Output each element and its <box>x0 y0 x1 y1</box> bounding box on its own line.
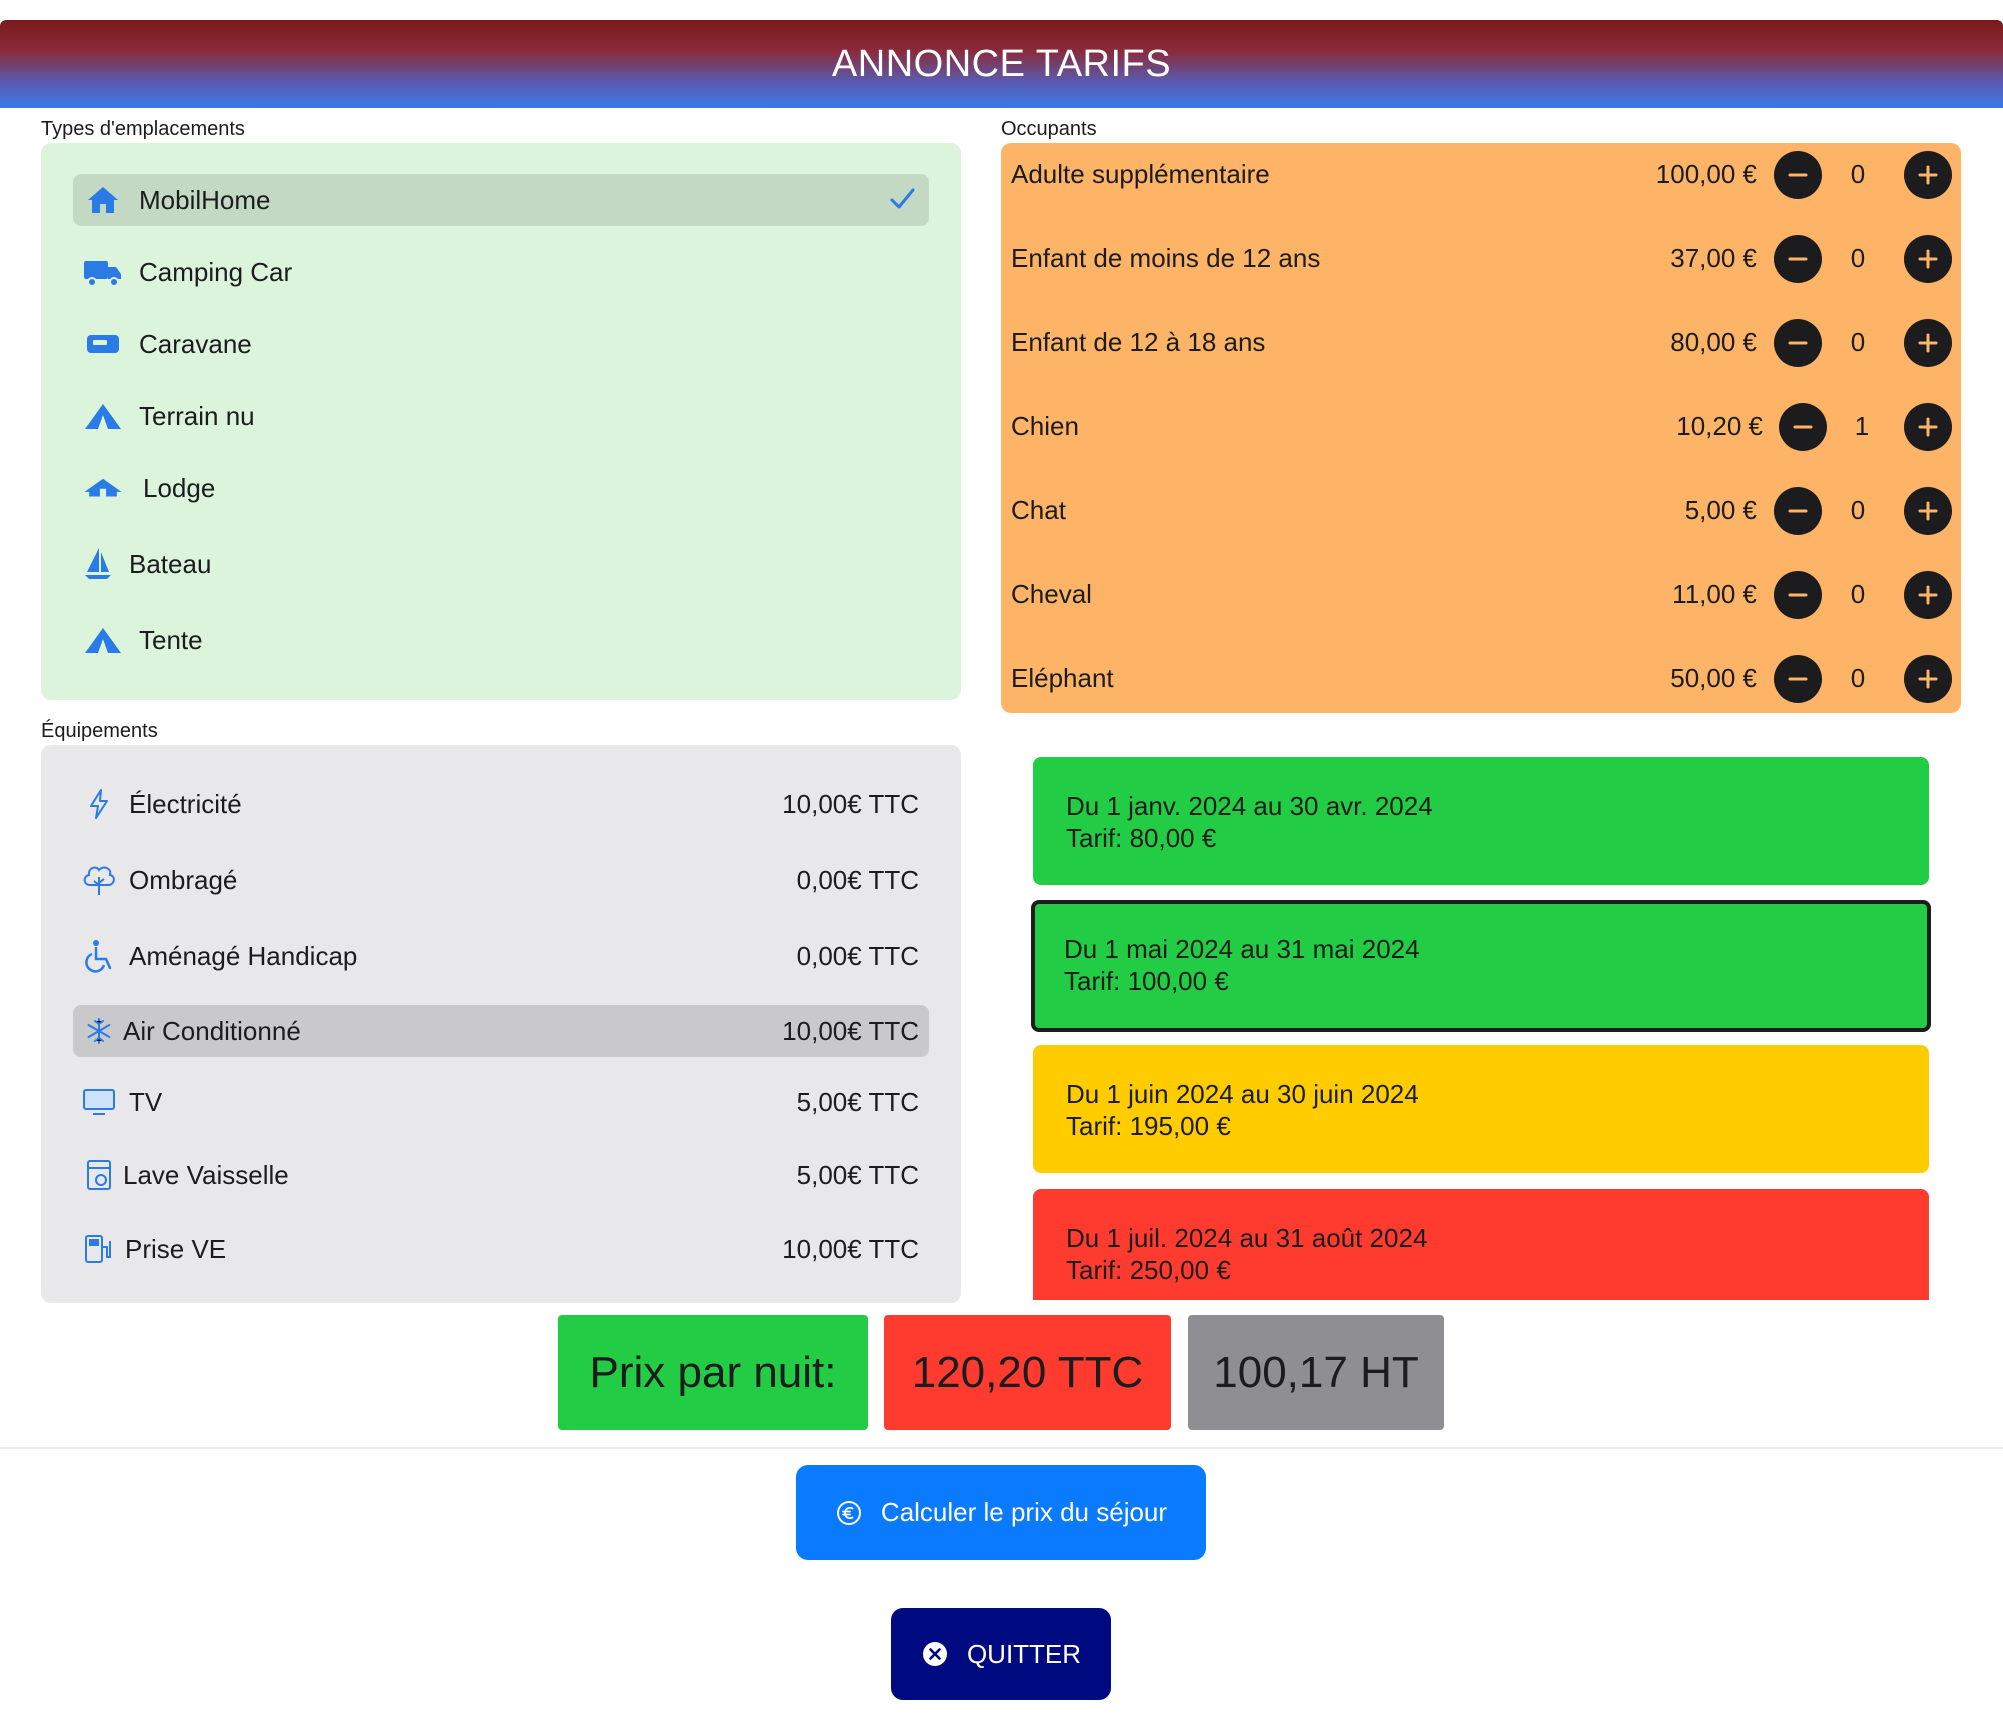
period-range: Du 1 juin 2024 au 30 juin 2024 <box>1066 1079 1419 1109</box>
period-card-selected[interactable]: Du 1 mai 2024 au 31 mai 2024 Tarif: 100,… <box>1031 900 1931 1032</box>
period-card[interactable]: Du 1 juil. 2024 au 31 août 2024 Tarif: 2… <box>1033 1189 1929 1300</box>
period-range: Du 1 mai 2024 au 31 mai 2024 <box>1064 934 1420 964</box>
quit-label: QUITTER <box>966 1638 1082 1669</box>
price-ttc: 120,20 TTC <box>884 1315 1171 1430</box>
period-card[interactable]: Du 1 juin 2024 au 30 juin 2024 Tarif: 19… <box>1033 1045 1929 1173</box>
period-range: Du 1 juil. 2024 au 31 août 2024 <box>1066 1223 1428 1253</box>
periods-list: Du 1 janv. 2024 au 30 avr. 2024 Tarif: 8… <box>0 0 2003 1300</box>
price-per-night-label: Prix par nuit: <box>558 1315 868 1430</box>
euro-circle-icon <box>835 1499 863 1527</box>
divider <box>0 1447 2003 1449</box>
period-tarif: Tarif: 100,00 € <box>1064 966 1229 996</box>
calculate-stay-button[interactable]: Calculer le prix du séjour <box>796 1465 1206 1560</box>
period-range: Du 1 janv. 2024 au 30 avr. 2024 <box>1066 791 1433 821</box>
period-tarif: Tarif: 250,00 € <box>1066 1255 1231 1285</box>
close-circle-icon <box>921 1640 949 1668</box>
price-ht: 100,17 HT <box>1188 1315 1444 1430</box>
quit-button[interactable]: QUITTER <box>891 1608 1111 1700</box>
calculate-label: Calculer le prix du séjour <box>880 1497 1168 1527</box>
period-tarif: Tarif: 195,00 € <box>1066 1111 1231 1141</box>
period-tarif: Tarif: 80,00 € <box>1066 823 1217 853</box>
period-card[interactable]: Du 1 janv. 2024 au 30 avr. 2024 Tarif: 8… <box>1033 757 1929 885</box>
